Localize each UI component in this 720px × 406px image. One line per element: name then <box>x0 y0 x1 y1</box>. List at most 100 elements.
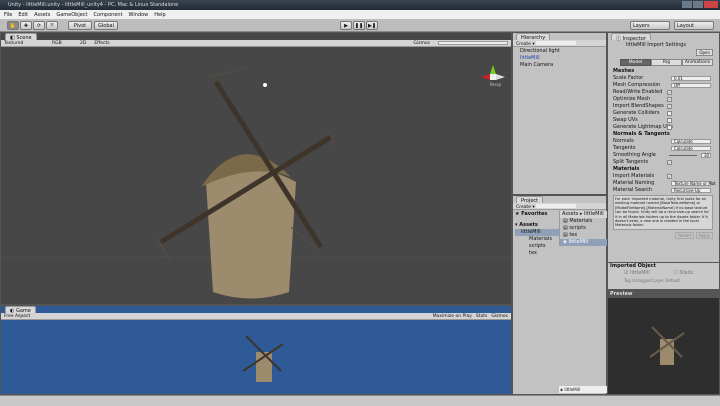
menu-window[interactable]: Window <box>129 12 149 18</box>
window-title: Unity - littleMill.unity - littleMill_un… <box>8 2 179 8</box>
tab-game[interactable]: ◐ Game <box>5 306 36 314</box>
tree-item-scripts[interactable]: scripts <box>515 243 559 250</box>
tab-hierarchy[interactable]: Hierarchy <box>516 33 551 41</box>
project-toolbar: Create ▾ <box>513 203 606 210</box>
mesh-compression-label: Mesh Compression <box>613 82 661 88</box>
revert-button[interactable]: Revert <box>675 231 695 239</box>
close-button[interactable] <box>704 1 718 8</box>
tree-item-littlemill[interactable]: littleMill <box>515 229 559 236</box>
tab-project[interactable]: Project <box>516 196 544 204</box>
layers-dropdown[interactable]: Layers <box>630 21 670 30</box>
game-gizmos-dropdown[interactable]: Gizmos <box>491 314 508 319</box>
scale-factor-label: Scale Factor <box>613 75 644 81</box>
rotate-tool-icon[interactable]: ⟳ <box>33 21 45 30</box>
field-mesh-compression: Mesh Compression Off <box>613 82 719 89</box>
menu-file[interactable]: File <box>4 12 12 18</box>
menu-gameobject[interactable]: GameObject <box>56 12 87 18</box>
assets-label: Assets <box>519 222 538 228</box>
layout-dropdown[interactable]: Layout <box>674 21 714 30</box>
tangents-dropdown[interactable]: Calculate <box>671 146 711 151</box>
maximize-on-play-toggle[interactable]: Maximize on Play <box>433 314 472 319</box>
tab-model[interactable]: Model <box>620 59 651 66</box>
import-materials-checkbox[interactable]: ✓ <box>667 174 672 179</box>
normals-dropdown[interactable]: Calculate <box>671 139 711 144</box>
tab-scene[interactable]: ◧ Scene <box>5 33 37 41</box>
generate-lightmap-uvs-checkbox[interactable] <box>667 125 672 130</box>
render-mode-dropdown[interactable]: Textured <box>4 41 44 46</box>
tab-rig[interactable]: Rig <box>651 59 682 66</box>
tangents-label: Tangents <box>613 145 636 151</box>
smoothing-angle-input[interactable]: 30 <box>701 153 711 158</box>
generate-colliders-checkbox[interactable] <box>667 111 672 116</box>
scale-tool-icon[interactable]: ⤧ <box>46 21 58 30</box>
smoothing-angle-slider[interactable] <box>669 155 697 156</box>
tab-inspector[interactable]: ⓘ Inspector <box>611 33 651 42</box>
aspect-dropdown[interactable]: Free Aspect <box>4 314 66 319</box>
field-smoothing-angle: Smoothing Angle 30 <box>613 152 719 159</box>
2d-toggle[interactable]: 2D <box>80 41 86 46</box>
material-search-dropdown[interactable]: Recursive-Up <box>671 188 711 193</box>
play-icon[interactable]: ▶ <box>340 21 352 30</box>
optimize-mesh-checkbox[interactable]: ✓ <box>667 97 672 102</box>
game-windmill <box>242 335 284 382</box>
stats-toggle[interactable]: Stats <box>476 314 488 319</box>
hierarchy-search-input[interactable] <box>536 41 577 45</box>
split-tangents-checkbox[interactable]: ✓ <box>667 160 672 165</box>
hierarchy-item-directional-light[interactable]: Directional light <box>520 48 560 55</box>
file-scripts[interactable]: ▤ scripts <box>560 225 607 232</box>
swap-uvs-checkbox[interactable] <box>667 118 672 123</box>
minimize-button[interactable] <box>682 1 692 8</box>
favorites-item[interactable]: ★ Favorites <box>515 211 559 218</box>
scene-viewport[interactable] <box>1 47 511 305</box>
tree-item-materials[interactable]: Materials <box>515 236 559 243</box>
open-button[interactable]: Open <box>696 49 713 56</box>
global-button[interactable]: Global <box>94 21 118 30</box>
mesh-compression-dropdown[interactable]: Off <box>671 83 711 88</box>
scene-toolbar: Textured RGB 2D Effects Gizmos <box>1 40 511 47</box>
breadcrumb-assets[interactable]: Assets <box>562 211 578 217</box>
swap-uvs-label: Swap UVs <box>613 117 638 123</box>
gizmos-dropdown[interactable]: Gizmos <box>413 41 430 46</box>
layer-dropdown[interactable]: Default <box>665 278 680 283</box>
tag-dropdown[interactable]: Untagged <box>632 278 652 283</box>
color-mode-dropdown[interactable]: RGB <box>52 41 72 46</box>
hand-tool-icon[interactable]: ✋ <box>7 21 19 30</box>
hierarchy-create-button[interactable]: Create <box>516 42 531 47</box>
read-write-enabled-checkbox[interactable]: ✓ <box>667 90 672 95</box>
apply-button[interactable]: Apply <box>695 231 713 239</box>
layer-label: Layer <box>652 278 665 283</box>
pivot-button[interactable]: Pivot <box>68 21 92 30</box>
tab-animations[interactable]: Animations <box>682 59 713 66</box>
maximize-button[interactable] <box>693 1 703 8</box>
inspector-title: littleMill Import Settings <box>626 42 686 48</box>
static-toggle[interactable]: Static <box>679 270 693 276</box>
move-tool-icon[interactable]: ✚ <box>20 21 32 30</box>
material-search-label: Material Search <box>613 187 653 193</box>
menu-component[interactable]: Component <box>94 12 123 18</box>
pause-icon[interactable]: ❚❚ <box>353 21 365 30</box>
breadcrumb-littlemill[interactable]: littleMill <box>584 211 604 217</box>
menu-help[interactable]: Help <box>154 12 165 18</box>
menu-assets[interactable]: Assets <box>34 12 50 18</box>
effects-dropdown[interactable]: Effects <box>94 41 109 46</box>
hierarchy-panel: Hierarchy Create ▾ Directional light lit… <box>512 32 607 195</box>
file-materials[interactable]: ▤ Materials <box>560 218 607 225</box>
project-create-button[interactable]: Create <box>516 205 531 210</box>
step-icon[interactable]: ▶❚ <box>366 21 378 30</box>
assets-folder[interactable]: ▾ Assets <box>515 222 559 229</box>
menu-edit[interactable]: Edit <box>18 12 28 18</box>
file-littlemill[interactable]: ◈ littleMill <box>560 239 607 246</box>
hierarchy-item-littlemill[interactable]: littleMill <box>520 55 560 62</box>
file-tex[interactable]: ▤ tex <box>560 232 607 239</box>
import-blendshapes-checkbox[interactable]: ✓ <box>667 104 672 109</box>
hierarchy-item-main-camera[interactable]: Main Camera <box>520 62 560 69</box>
scale-factor-input[interactable]: 0.01 <box>671 76 711 81</box>
scene-search-input[interactable] <box>438 41 508 45</box>
material-naming-dropdown[interactable]: Texture Name or Mat <box>671 181 716 186</box>
tangents-value: Calculate <box>674 146 693 151</box>
tree-item-tex[interactable]: tex <box>515 250 559 257</box>
field-optimize-mesh: Optimize Mesh ✓ <box>613 96 719 103</box>
project-panel: Project Create ▾ ★ Favorites ▾ Assets li… <box>512 195 607 395</box>
preview-windmill <box>649 326 685 365</box>
project-search-input[interactable] <box>536 204 577 208</box>
